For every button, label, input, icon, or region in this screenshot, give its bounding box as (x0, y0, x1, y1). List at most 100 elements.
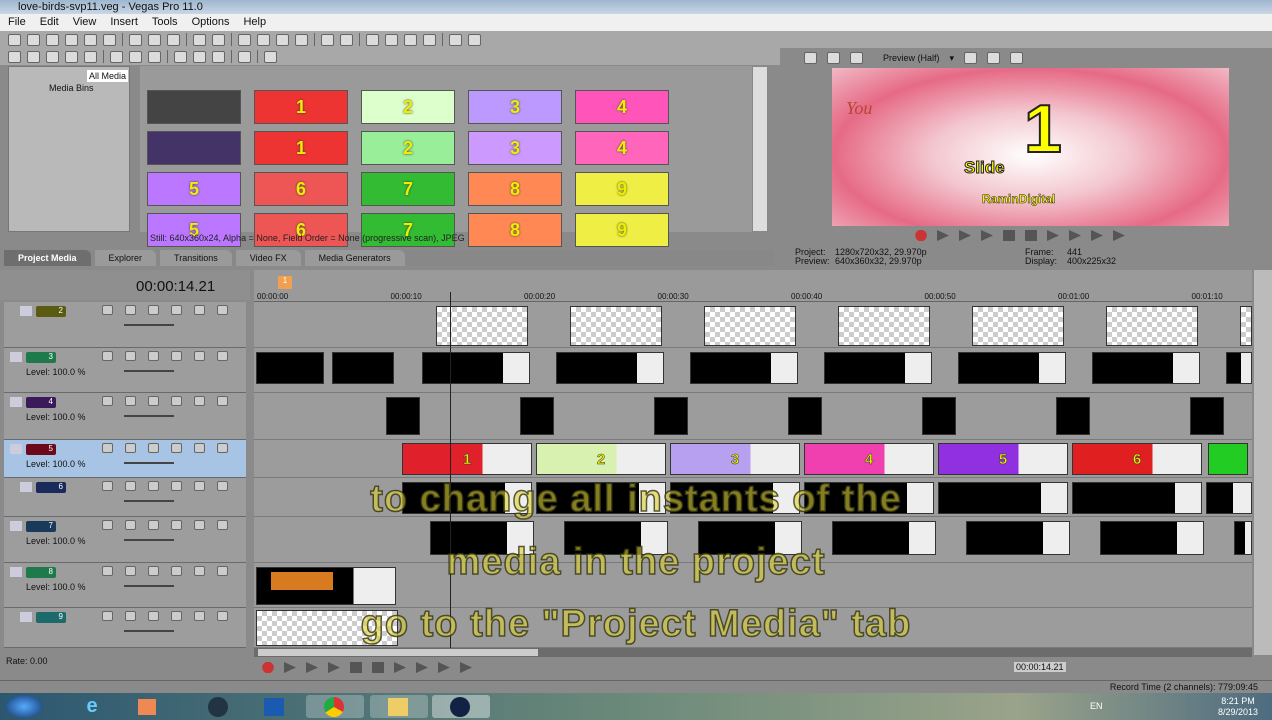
video-clip[interactable] (922, 397, 956, 435)
video-clip[interactable] (972, 306, 1064, 346)
play-from-start-icon[interactable] (306, 662, 318, 673)
slide-clip[interactable]: 1 (402, 443, 532, 475)
timeline-tracks[interactable]: 123456 (254, 302, 1252, 648)
timeline-ruler[interactable]: 1 00:00:00 00:00:10 00:00:20 00:00:30 00:00:… (254, 270, 1252, 302)
level-slider[interactable] (124, 324, 174, 326)
bypass-icon[interactable] (194, 351, 205, 361)
track-fx-icon[interactable] (102, 520, 113, 530)
video-clip[interactable] (824, 352, 932, 384)
loop-icon[interactable] (937, 230, 949, 241)
monitor-icon[interactable] (827, 52, 840, 64)
video-clip[interactable] (788, 397, 822, 435)
tab-project-media[interactable]: Project Media (4, 250, 91, 266)
render-icon[interactable] (84, 33, 97, 46)
track-expand-icon[interactable] (10, 444, 22, 454)
video-clip[interactable] (1240, 306, 1252, 346)
record-icon[interactable] (262, 662, 274, 673)
track-fx-icon[interactable] (102, 443, 113, 453)
tab-video-fx[interactable]: Video FX (235, 250, 301, 266)
menu-insert[interactable]: Insert (110, 14, 138, 31)
track-fx-icon[interactable] (102, 305, 113, 315)
auto-ripple-icon[interactable] (340, 33, 353, 46)
level-slider[interactable] (124, 462, 174, 464)
video-clip[interactable] (520, 397, 554, 435)
tab-transitions[interactable]: Transitions (160, 250, 232, 266)
views-icon[interactable] (238, 50, 251, 63)
redo-icon[interactable] (212, 33, 225, 46)
stop-preview-icon[interactable] (193, 50, 206, 63)
paste-icon[interactable] (167, 33, 180, 46)
copy-icon[interactable] (148, 33, 161, 46)
properties-media-icon[interactable] (129, 50, 142, 63)
level-slider[interactable] (124, 370, 174, 372)
video-clip[interactable] (1190, 397, 1224, 435)
track-header[interactable]: 4 Level: 100.0 % (4, 393, 246, 440)
next-frame-icon[interactable] (1069, 230, 1081, 241)
tree-item-all-media[interactable]: All Media (87, 70, 129, 82)
preview-properties-icon[interactable] (804, 52, 817, 64)
slide-clip[interactable]: 4 (804, 443, 934, 475)
clock[interactable]: 8:21 PM 8/29/2013 (1218, 696, 1258, 718)
next-marker-icon[interactable] (460, 662, 472, 673)
video-clip[interactable] (1092, 352, 1200, 384)
media-thumbnail[interactable]: 2 (361, 90, 455, 124)
stop-icon[interactable] (1025, 230, 1037, 241)
video-clip[interactable] (1226, 352, 1252, 384)
media-thumbnail[interactable]: 4 (575, 90, 669, 124)
track-fx-icon[interactable] (102, 396, 113, 406)
video-clip[interactable] (256, 352, 324, 384)
overlays-icon[interactable] (964, 52, 978, 64)
compositing-mode-icon[interactable] (125, 396, 136, 406)
play-icon[interactable] (328, 662, 340, 673)
vegas-icon[interactable] (432, 695, 490, 718)
pause-icon[interactable] (350, 662, 362, 673)
track-expand-icon[interactable] (10, 352, 22, 362)
slide-clip[interactable]: 2 (536, 443, 666, 475)
next-frame-icon[interactable] (416, 662, 428, 673)
video-clip[interactable] (690, 352, 798, 384)
get-media-web-icon[interactable] (65, 50, 78, 63)
envelope-edit-icon[interactable] (257, 33, 270, 46)
loop-icon[interactable] (284, 662, 296, 673)
fader-icon[interactable] (148, 305, 159, 315)
video-clip[interactable] (654, 397, 688, 435)
track-expand-icon[interactable] (10, 521, 22, 531)
media-thumbnail[interactable]: 9 (575, 172, 669, 206)
save-as-icon[interactable] (65, 33, 78, 46)
bypass-icon[interactable] (194, 520, 205, 530)
timeline-vertical-scrollbar[interactable] (1254, 270, 1272, 655)
media-scrollbar[interactable] (752, 66, 768, 232)
start-button[interactable] (6, 695, 42, 718)
ignore-grouping-icon[interactable] (385, 33, 398, 46)
explorer-icon[interactable] (370, 695, 428, 718)
search-icon[interactable] (264, 50, 277, 63)
solo-icon[interactable] (217, 351, 228, 361)
compositing-mode-icon[interactable] (125, 443, 136, 453)
compositing-mode-icon[interactable] (125, 351, 136, 361)
check-app-icon[interactable] (252, 695, 296, 718)
video-clip[interactable] (556, 352, 664, 384)
language-indicator[interactable]: EN (1090, 701, 1103, 711)
marker-flag[interactable]: 1 (278, 276, 292, 289)
prev-frame-icon[interactable] (394, 662, 406, 673)
chevron-down-icon[interactable]: ▾ (950, 53, 955, 64)
play-from-start-icon[interactable] (959, 230, 971, 241)
prev-frame-icon[interactable] (1047, 230, 1059, 241)
playhead-cursor[interactable] (450, 292, 451, 648)
save-icon[interactable] (46, 33, 59, 46)
ie-icon[interactable]: e (70, 695, 114, 718)
bypass-icon[interactable] (194, 443, 205, 453)
split-icon[interactable] (148, 50, 161, 63)
normal-edit-icon[interactable] (238, 33, 251, 46)
track-expand-icon[interactable] (10, 397, 22, 407)
get-photos-icon[interactable] (46, 50, 59, 63)
video-clip[interactable] (332, 352, 394, 384)
solo-icon[interactable] (217, 396, 228, 406)
solo-icon[interactable] (217, 305, 228, 315)
compositing-mode-icon[interactable] (125, 305, 136, 315)
undo-icon[interactable] (193, 33, 206, 46)
fader-icon[interactable] (148, 520, 159, 530)
solo-icon[interactable] (217, 443, 228, 453)
prev-marker-icon[interactable] (1091, 230, 1103, 241)
cut-icon[interactable] (129, 33, 142, 46)
